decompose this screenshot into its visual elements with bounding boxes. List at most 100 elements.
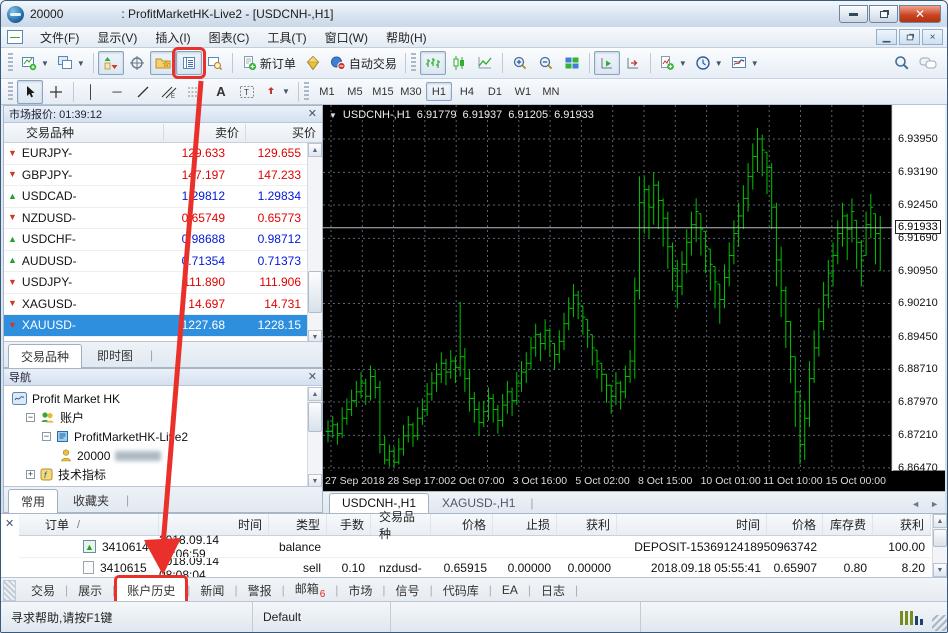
- col-symbol[interactable]: 交易品种: [4, 124, 164, 141]
- chart-tabs-left-arrow[interactable]: ◄: [911, 499, 920, 509]
- line-chart-button[interactable]: [472, 51, 498, 75]
- cursor-button[interactable]: [17, 80, 43, 104]
- trendline-button[interactable]: [130, 80, 156, 104]
- chart-tabs-right-arrow[interactable]: ►: [930, 499, 939, 509]
- menu-file[interactable]: 文件(F): [31, 27, 88, 48]
- tab-symbols[interactable]: 交易品种: [8, 344, 82, 368]
- market-watch-row[interactable]: ▼USDJPY-111.890111.906: [4, 272, 307, 294]
- tab-account-history[interactable]: 账户历史: [116, 577, 186, 603]
- price-axis[interactable]: 6.939506.931906.924506.916906.909506.902…: [893, 105, 945, 471]
- terminal-dock-grip[interactable]: [3, 580, 16, 601]
- navigator-scrollbar[interactable]: ▲ ▼: [307, 387, 322, 488]
- chart-window-icon[interactable]: [7, 30, 23, 44]
- resize-grip[interactable]: [932, 615, 948, 631]
- menu-insert[interactable]: 插入(I): [146, 27, 199, 48]
- collapse-icon[interactable]: −: [26, 413, 35, 422]
- market-watch-row[interactable]: ▲USDCHF-0.986880.98712: [4, 229, 307, 251]
- bar-chart-button[interactable]: [420, 51, 446, 75]
- equidistant-channel-button[interactable]: E: [156, 80, 182, 104]
- col-swap[interactable]: 库存费: [823, 514, 873, 535]
- tab-trade[interactable]: 交易: [22, 579, 64, 602]
- tab-favorites[interactable]: 收藏夹: [60, 488, 122, 512]
- tree-item-accounts[interactable]: − 账户: [4, 408, 322, 427]
- toolbar-grip[interactable]: [304, 82, 309, 102]
- timeframe-mn[interactable]: MN: [538, 82, 564, 101]
- market-watch-row[interactable]: ▲USDCAD-1.298121.29834: [4, 186, 307, 208]
- menu-charts[interactable]: 图表(C): [200, 27, 259, 48]
- col-symbol[interactable]: 交易品种: [371, 514, 431, 535]
- col-close-price[interactable]: 价格: [767, 514, 823, 535]
- chart-shift-button[interactable]: [620, 51, 646, 75]
- timeframe-h1[interactable]: H1: [426, 82, 452, 101]
- periods-button[interactable]: ▼: [691, 51, 727, 75]
- templates-button[interactable]: ▼: [727, 51, 763, 75]
- market-watch-button[interactable]: [98, 51, 124, 75]
- tree-item-account-login[interactable]: 20000: [4, 446, 322, 465]
- time-axis[interactable]: 27 Sep 201828 Sep 17:002 Oct 07:003 Oct …: [323, 471, 945, 491]
- tab-tick-chart[interactable]: 即时图: [84, 343, 146, 367]
- fibonacci-button[interactable]: F: [182, 80, 208, 104]
- col-profit[interactable]: 获利: [873, 514, 931, 535]
- autotrading-button[interactable]: 自动交易: [326, 51, 401, 75]
- col-price[interactable]: 价格: [431, 514, 493, 535]
- market-watch-close-icon[interactable]: ✕: [308, 109, 317, 120]
- navigator-close-icon[interactable]: ✕: [308, 372, 317, 383]
- chart-tab-xagusd[interactable]: XAGUSD-,H1: [429, 493, 528, 513]
- market-watch-row[interactable]: ▼GBPJPY-147.197147.233: [4, 165, 307, 187]
- tab-common[interactable]: 常用: [8, 489, 58, 513]
- tile-windows-button[interactable]: [559, 51, 585, 75]
- mdi-restore-button[interactable]: [899, 29, 920, 45]
- tree-item-server[interactable]: − ProfitMarketHK-Live2: [4, 427, 322, 446]
- col-order[interactable]: 订单: [45, 516, 69, 533]
- tab-exposure[interactable]: 展示: [69, 579, 111, 602]
- navigator-header[interactable]: 导航 ✕: [4, 369, 322, 386]
- zoom-in-button[interactable]: [507, 51, 533, 75]
- terminal-column-headers[interactable]: 订单/ 时间 类型 手数 交易品种 价格 止损 获利 时间 价格 库存费 获利: [19, 514, 931, 536]
- timeframe-m5[interactable]: M5: [342, 82, 368, 101]
- toolbar-grip[interactable]: [411, 53, 416, 73]
- profiles-button[interactable]: ▼: [53, 51, 89, 75]
- timeframe-m15[interactable]: M15: [370, 82, 396, 101]
- strategy-tester-button[interactable]: [202, 51, 228, 75]
- timeframe-w1[interactable]: W1: [510, 82, 536, 101]
- tab-code-base[interactable]: 代码库: [434, 579, 488, 602]
- chevron-down-icon[interactable]: ▼: [329, 111, 337, 120]
- text-button[interactable]: A: [208, 80, 234, 104]
- zoom-out-button[interactable]: [533, 51, 559, 75]
- menu-tools[interactable]: 工具(T): [258, 27, 315, 48]
- toolbar-grip[interactable]: [8, 82, 13, 102]
- menu-window[interactable]: 窗口(W): [316, 27, 377, 48]
- market-watch-row[interactable]: ▼EURJPY-129.633129.655: [4, 143, 307, 165]
- expand-icon[interactable]: +: [26, 470, 35, 479]
- history-row-trade[interactable]: 3410615 2018.09.14 08:08:04 sell 0.10 nz…: [19, 557, 931, 577]
- chat-button[interactable]: [915, 51, 941, 75]
- menu-view[interactable]: 显示(V): [88, 27, 146, 48]
- col-tp[interactable]: 获利: [557, 514, 617, 535]
- market-watch-column-headers[interactable]: 交易品种 卖价 买价: [4, 123, 322, 143]
- col-type[interactable]: 类型: [269, 514, 327, 535]
- col-buy[interactable]: 买价: [246, 124, 322, 141]
- market-watch-row[interactable]: ▲AUDUSD-0.713540.71373: [4, 251, 307, 273]
- mdi-close-button[interactable]: ×: [922, 29, 943, 45]
- status-profile[interactable]: Default: [253, 602, 391, 632]
- candlestick-button[interactable]: [446, 51, 472, 75]
- history-row-balance[interactable]: ▲3410614 2018.09.14 08:06:59 balance DEP…: [19, 536, 931, 557]
- market-watch-row[interactable]: ▼XAUUSD-1227.681228.15: [4, 315, 307, 337]
- data-window-button[interactable]: [124, 51, 150, 75]
- tree-item-broker-root[interactable]: Profit Market HK: [4, 389, 322, 408]
- tab-ea[interactable]: EA: [493, 580, 527, 600]
- title-bar[interactable]: 20000 : ProfitMarketHK-Live2 - [USDCNH-,…: [1, 1, 947, 27]
- minimize-button[interactable]: [839, 5, 868, 23]
- market-watch-row[interactable]: ▼XAGUSD-14.69714.731: [4, 294, 307, 316]
- market-watch-header[interactable]: 市场报价: 01:39:12 ✕: [4, 106, 322, 123]
- arrows-tool-button[interactable]: ▼: [260, 80, 294, 104]
- timeframe-h4[interactable]: H4: [454, 82, 480, 101]
- tab-mailbox[interactable]: 邮箱6: [286, 577, 335, 602]
- mdi-minimize-button[interactable]: ▁: [876, 29, 897, 45]
- chart-plot[interactable]: ▼ USDCNH-,H1 6.91779 6.91937 6.91205 6.9…: [323, 105, 892, 471]
- col-sl[interactable]: 止损: [493, 514, 557, 535]
- timeframe-m30[interactable]: M30: [398, 82, 424, 101]
- indicators-button[interactable]: ▼: [655, 51, 691, 75]
- text-label-button[interactable]: T: [234, 80, 260, 104]
- search-button[interactable]: [889, 51, 915, 75]
